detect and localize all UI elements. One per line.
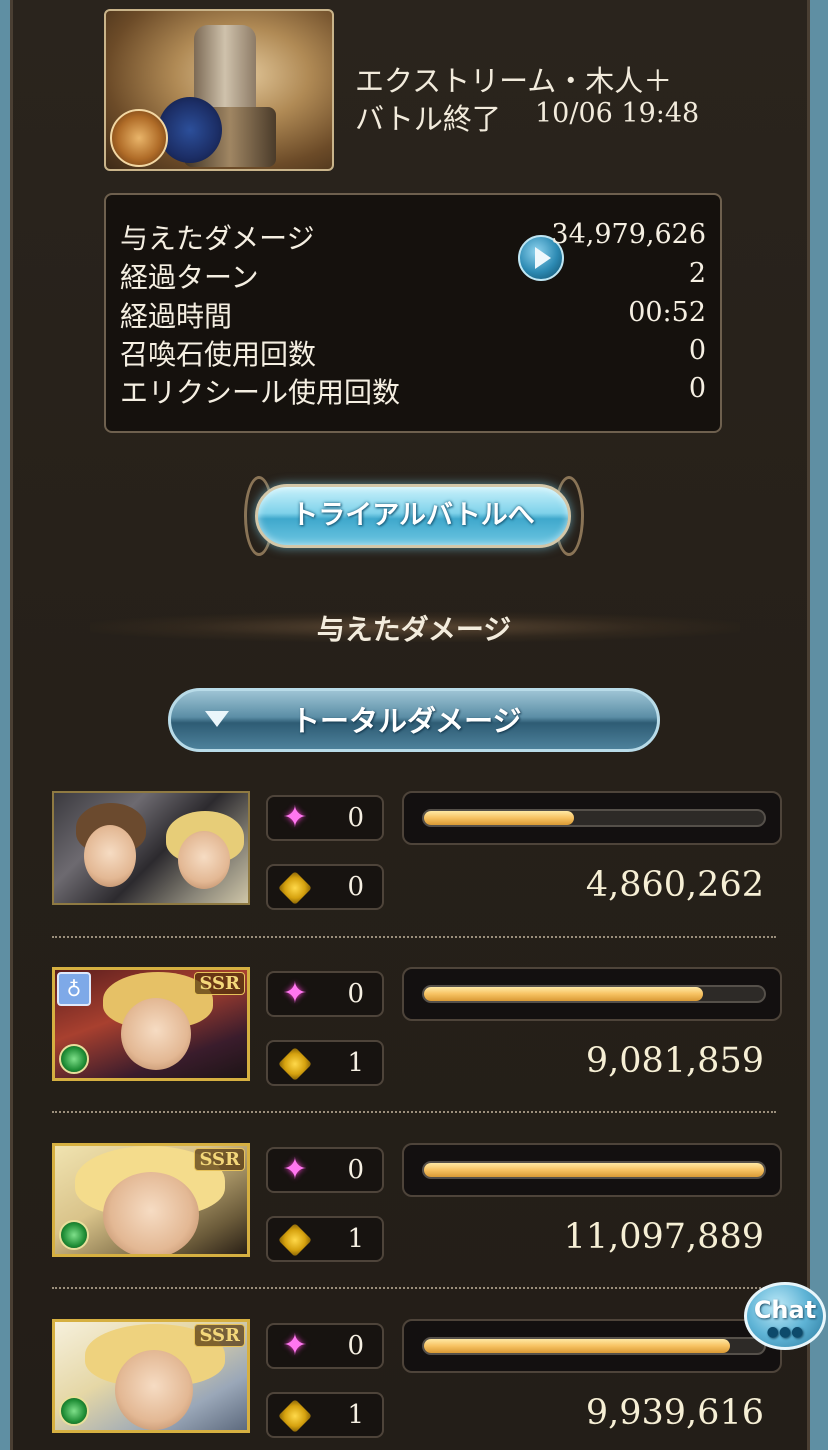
skill-count: 0 — [347, 803, 364, 833]
skill-count: 0 — [347, 979, 364, 1009]
ssr-badge: SSR — [194, 1148, 245, 1171]
damage-bar — [402, 791, 782, 845]
skill-count: 0 — [347, 1155, 364, 1185]
stat-row: 経過ターン 2 — [120, 256, 706, 294]
stat-value: 2 — [688, 258, 706, 289]
stat-value: 00:52 — [628, 297, 706, 328]
row-separator — [52, 936, 776, 938]
ougi-counter: 1 — [266, 1392, 384, 1438]
damage-value: 9,081,859 — [585, 1041, 764, 1081]
damage-bar-fill — [424, 987, 703, 1001]
skill-counter: ✦ 0 — [266, 971, 384, 1017]
stat-label: エリクシール使用回数 — [120, 376, 401, 409]
skill-star-icon: ✦ — [282, 1152, 308, 1187]
skill-star-icon: ✦ — [282, 976, 308, 1011]
wind-element-icon — [59, 1044, 89, 1074]
ougi-icon — [278, 1399, 312, 1433]
damage-bar-fill — [424, 1339, 730, 1353]
quest-title: エクストリーム・木人＋ — [355, 64, 673, 98]
ougi-counter: 1 — [266, 1216, 384, 1262]
character-portrait[interactable] — [52, 791, 250, 905]
damage-value: 9,939,616 — [585, 1393, 764, 1433]
damage-value: 4,860,262 — [585, 865, 764, 905]
chevron-down-icon — [205, 711, 229, 727]
character-row: ♁ SSR ✦ 0 1 9,081,859 — [52, 967, 782, 1097]
skill-star-icon: ✦ — [282, 800, 308, 835]
stat-label: 経過ターン — [120, 261, 259, 294]
damage-bar — [402, 1143, 782, 1197]
quest-thumbnail — [104, 9, 334, 171]
character-portrait[interactable]: SSR — [52, 1143, 250, 1257]
ougi-icon — [278, 1223, 312, 1257]
character-row: SSR ✦ 0 1 11,097,889 — [52, 1143, 782, 1273]
row-separator — [52, 1111, 776, 1113]
damage-bar — [402, 1319, 782, 1373]
character-portrait[interactable]: ♁ SSR — [52, 967, 250, 1081]
stat-row: 経過時間 00:52 — [120, 295, 706, 333]
damage-bar — [402, 967, 782, 1021]
stat-label: 経過時間 — [120, 300, 233, 333]
stat-label: 与えたダメージ — [120, 222, 315, 255]
wind-element-icon — [59, 1220, 89, 1250]
character-row: SSR ✦ 0 1 9,939,616 — [52, 1319, 782, 1449]
damage-value: 11,097,889 — [563, 1217, 764, 1257]
row-separator — [52, 1287, 776, 1289]
ougi-count: 1 — [347, 1048, 364, 1078]
ougi-icon — [278, 871, 312, 905]
character-portrait[interactable]: SSR — [52, 1319, 250, 1433]
skill-counter: ✦ 0 — [266, 1147, 384, 1193]
skill-counter: ✦ 0 — [266, 795, 384, 841]
section-title: 与えたダメージ — [316, 613, 512, 646]
damage-bar-fill — [424, 811, 574, 825]
damage-filter-label: トータルダメージ — [291, 704, 522, 738]
character-row: ✦ 0 0 4,860,262 — [52, 791, 782, 921]
stat-row: 与えたダメージ 34,979,626 — [120, 217, 706, 281]
battle-datetime: 10/06 19:48 — [535, 98, 700, 129]
ougi-count: 0 — [347, 872, 364, 902]
battle-stats-box: 与えたダメージ 34,979,626 経過ターン 2 経過時間 00:52 召喚… — [104, 193, 722, 433]
ougi-count: 1 — [347, 1224, 364, 1254]
stat-value: 0 — [688, 373, 706, 404]
ougi-counter: 0 — [266, 864, 384, 910]
stat-row: 召喚石使用回数 0 — [120, 333, 706, 371]
race-icon: ♁ — [57, 972, 91, 1006]
ougi-icon — [278, 1047, 312, 1081]
stat-row: エリクシール使用回数 0 — [120, 371, 706, 409]
ougi-counter: 1 — [266, 1040, 384, 1086]
damage-filter-dropdown[interactable]: トータルダメージ — [168, 688, 660, 752]
damage-bar-fill — [424, 1163, 764, 1177]
wind-element-icon — [59, 1396, 89, 1426]
battle-status: バトル終了 — [355, 102, 501, 136]
skill-counter: ✦ 0 — [266, 1323, 384, 1369]
ssr-badge: SSR — [194, 1324, 245, 1347]
ougi-count: 1 — [347, 1400, 364, 1430]
stat-value: 0 — [688, 335, 706, 366]
chat-button[interactable]: Chat ●●● — [744, 1282, 826, 1350]
fire-element-icon — [110, 109, 168, 167]
chat-label: Chat — [753, 1296, 817, 1324]
stat-label: 召喚石使用回数 — [120, 338, 317, 371]
ssr-badge: SSR — [194, 972, 245, 995]
skill-count: 0 — [347, 1331, 364, 1361]
stat-value: 34,979,626 — [551, 219, 706, 250]
trial-battle-button[interactable]: トライアルバトルへ — [255, 484, 571, 548]
chat-dots-icon: ●●● — [766, 1324, 804, 1340]
skill-star-icon: ✦ — [282, 1328, 308, 1363]
